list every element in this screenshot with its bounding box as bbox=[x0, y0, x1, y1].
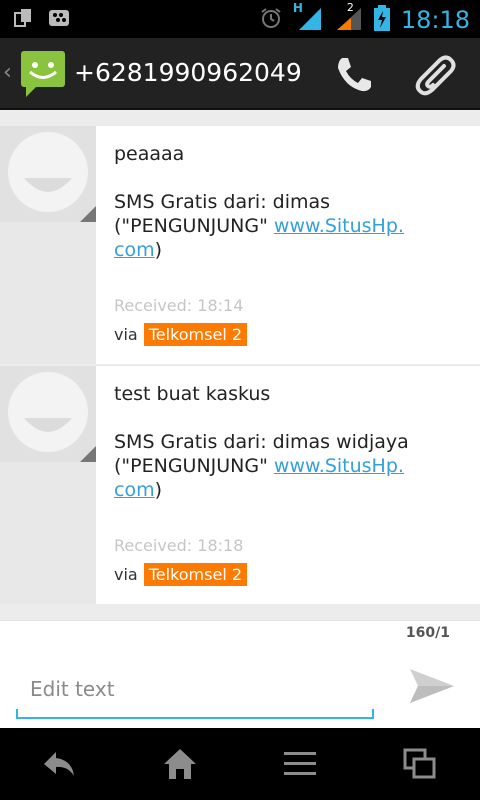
attach-button[interactable] bbox=[410, 52, 462, 98]
via-label: via bbox=[114, 325, 138, 344]
signal-sim1-icon: H bbox=[292, 1, 323, 36]
avatar[interactable] bbox=[0, 126, 96, 222]
default-contact-icon bbox=[0, 366, 96, 462]
situshp-link-cont[interactable]: com bbox=[114, 239, 155, 261]
input-underline-edge bbox=[16, 709, 18, 719]
char-counter: 160/1 bbox=[405, 625, 450, 641]
home-icon bbox=[164, 749, 196, 779]
message-bubble[interactable]: peaaaa SMS Gratis dari: dimas ("PENGUNJU… bbox=[96, 126, 480, 364]
avatar-column bbox=[0, 366, 96, 604]
carrier-badge: Telkomsel 2 bbox=[143, 563, 248, 586]
carrier-badge: Telkomsel 2 bbox=[143, 323, 248, 346]
nav-recent-apps-button[interactable] bbox=[390, 742, 450, 786]
paperclip-icon bbox=[415, 55, 456, 96]
send-icon bbox=[410, 669, 454, 703]
signal-sim2-icon: 2 bbox=[333, 1, 363, 36]
avatar-column bbox=[0, 126, 96, 364]
battery-charging-icon bbox=[373, 4, 391, 36]
action-bar: ‹ +6281990962049 bbox=[0, 38, 480, 110]
input-underline-edge bbox=[372, 709, 374, 719]
compose-area: 160/1 bbox=[0, 620, 480, 728]
message-item[interactable]: test buat kaskus SMS Gratis dari: dimas … bbox=[0, 366, 480, 604]
avatar[interactable] bbox=[0, 366, 96, 462]
bbm-notification-icon bbox=[48, 8, 70, 32]
sim2-label: 2 bbox=[346, 1, 354, 14]
message-item[interactable]: peaaaa SMS Gratis dari: dimas ("PENGUNJU… bbox=[0, 126, 480, 364]
situshp-link-cont[interactable]: com bbox=[114, 479, 155, 501]
send-button[interactable] bbox=[404, 661, 460, 711]
situshp-link[interactable]: www.SitusHp. bbox=[274, 455, 404, 477]
sim-notification-icon bbox=[14, 8, 34, 32]
status-bar: H 2 18:18 bbox=[0, 0, 480, 38]
nav-menu-button[interactable] bbox=[270, 742, 330, 786]
default-contact-icon bbox=[0, 126, 96, 222]
message-input[interactable] bbox=[16, 661, 374, 719]
received-time: Received: 18:14 bbox=[114, 296, 244, 315]
message-body: test buat kaskus SMS Gratis dari: dimas … bbox=[114, 383, 409, 501]
navigation-bar bbox=[0, 728, 480, 800]
clock: 18:18 bbox=[400, 6, 470, 34]
carrier-row: via Telkomsel 2 bbox=[114, 563, 462, 586]
phone-icon bbox=[338, 58, 371, 92]
situshp-link[interactable]: www.SitusHp. bbox=[274, 215, 404, 237]
menu-icon bbox=[284, 752, 316, 775]
alarm-icon bbox=[259, 6, 283, 34]
network-type-label: H bbox=[292, 1, 303, 15]
carrier-row: via Telkomsel 2 bbox=[114, 323, 462, 346]
contact-number: +6281990962049 bbox=[74, 58, 302, 87]
message-list[interactable]: peaaaa SMS Gratis dari: dimas ("PENGUNJU… bbox=[0, 112, 480, 620]
call-button[interactable] bbox=[330, 54, 378, 96]
messaging-smiley-icon[interactable] bbox=[20, 50, 66, 102]
recent-apps-icon bbox=[403, 748, 436, 779]
nav-back-button[interactable] bbox=[30, 742, 90, 786]
nav-home-button[interactable] bbox=[150, 742, 210, 786]
chevron-left-icon[interactable]: ‹ bbox=[3, 60, 12, 85]
back-icon bbox=[44, 752, 74, 776]
message-bubble[interactable]: test buat kaskus SMS Gratis dari: dimas … bbox=[96, 366, 480, 604]
received-time: Received: 18:18 bbox=[114, 536, 244, 555]
via-label: via bbox=[114, 565, 138, 584]
message-body: peaaaa SMS Gratis dari: dimas ("PENGUNJU… bbox=[114, 143, 404, 261]
